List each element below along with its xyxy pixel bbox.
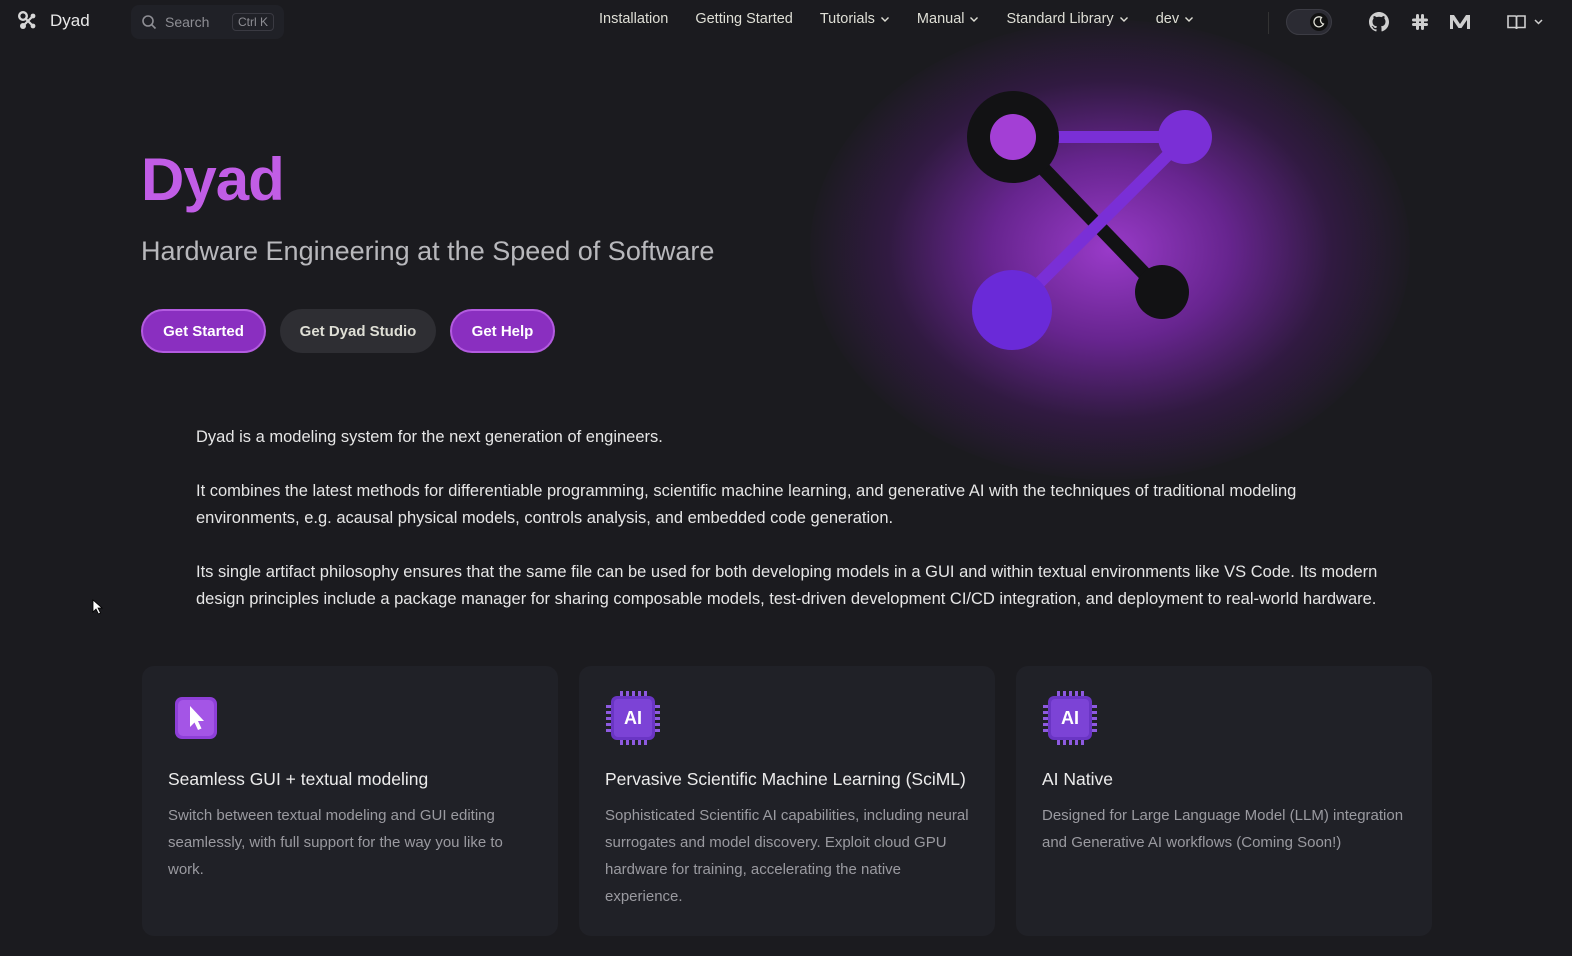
chevron-down-icon xyxy=(1185,17,1194,22)
search-icon xyxy=(142,15,157,30)
feature-title: AI Native xyxy=(1042,769,1113,789)
nav-item-getting-started[interactable]: Getting Started xyxy=(695,11,793,27)
get-dyad-studio-button[interactable]: Get Dyad Studio xyxy=(280,309,436,353)
nav-item-tutorials[interactable]: Tutorials xyxy=(820,11,890,27)
feature-details: Sophisticated Scientific AI capabilities… xyxy=(605,807,969,905)
feature-details: Switch between textual modeling and GUI … xyxy=(168,807,503,878)
brand-link[interactable]: Dyad xyxy=(17,10,90,32)
top-nav: Dyad Search Ctrl K Installation Getting … xyxy=(0,0,1572,44)
nav-item-label: Installation xyxy=(599,11,669,27)
moon-icon xyxy=(1310,13,1328,31)
dyad-logo-icon xyxy=(18,11,36,29)
feature-card[interactable]: AI Pervasive Scientific Machine Learning… xyxy=(579,666,995,936)
feature-title: Pervasive Scientific Machine Learning (S… xyxy=(605,769,966,789)
ai-chip-icon: AI xyxy=(605,690,661,746)
intro-paragraph: Its single artifact philosophy ensures t… xyxy=(196,563,1378,608)
ai-chip-icon: AI xyxy=(1042,690,1098,746)
hero-logo-icon xyxy=(967,91,1212,350)
nav-item-label: Manual xyxy=(916,11,965,27)
nav-item-label: Getting Started xyxy=(695,11,793,27)
feature-card[interactable]: AI AI Native Designed for Large Language… xyxy=(1016,666,1432,936)
search-placeholder: Search xyxy=(165,14,210,30)
feature-details: Designed for Large Language Model (LLM) … xyxy=(1042,807,1404,851)
github-icon[interactable] xyxy=(1367,10,1391,34)
hero-tagline: Hardware Engineering at the Speed of Sof… xyxy=(141,236,715,266)
theme-toggle[interactable] xyxy=(1286,9,1332,35)
feature-title: Seamless GUI + textual modeling xyxy=(168,769,429,789)
book-icon[interactable] xyxy=(1503,10,1547,34)
get-help-button[interactable]: Get Help xyxy=(450,309,555,353)
page: Dyad Search Ctrl K Installation Getting … xyxy=(0,0,1572,956)
intro-paragraph: Dyad is a modeling system for the next g… xyxy=(196,428,663,446)
nav-item-installation[interactable]: Installation xyxy=(599,11,668,27)
get-started-button[interactable]: Get Started xyxy=(141,309,266,353)
mouse-pointer-icon xyxy=(92,599,104,615)
brand-title: Dyad xyxy=(50,11,90,30)
nav-divider xyxy=(1268,12,1269,34)
search-button[interactable]: Search Ctrl K xyxy=(131,5,284,39)
ai-chip-label: AI xyxy=(1061,707,1079,728)
ai-chip-label: AI xyxy=(624,707,642,728)
nav-item-label: Tutorials xyxy=(819,11,875,27)
chevron-down-icon xyxy=(880,17,889,22)
cursor-icon xyxy=(168,690,224,746)
medium-icon[interactable] xyxy=(1448,10,1472,34)
chevron-down-icon xyxy=(970,17,979,22)
intro-paragraph: It combines the latest methods for diffe… xyxy=(196,482,1297,527)
feature-card[interactable]: Seamless GUI + textual modeling Switch b… xyxy=(142,666,558,936)
search-shortcut: Ctrl K xyxy=(232,13,274,31)
nav-item-manual[interactable]: Manual xyxy=(917,11,980,27)
hero-title: Dyad xyxy=(141,146,285,213)
slack-icon[interactable] xyxy=(1408,10,1432,34)
